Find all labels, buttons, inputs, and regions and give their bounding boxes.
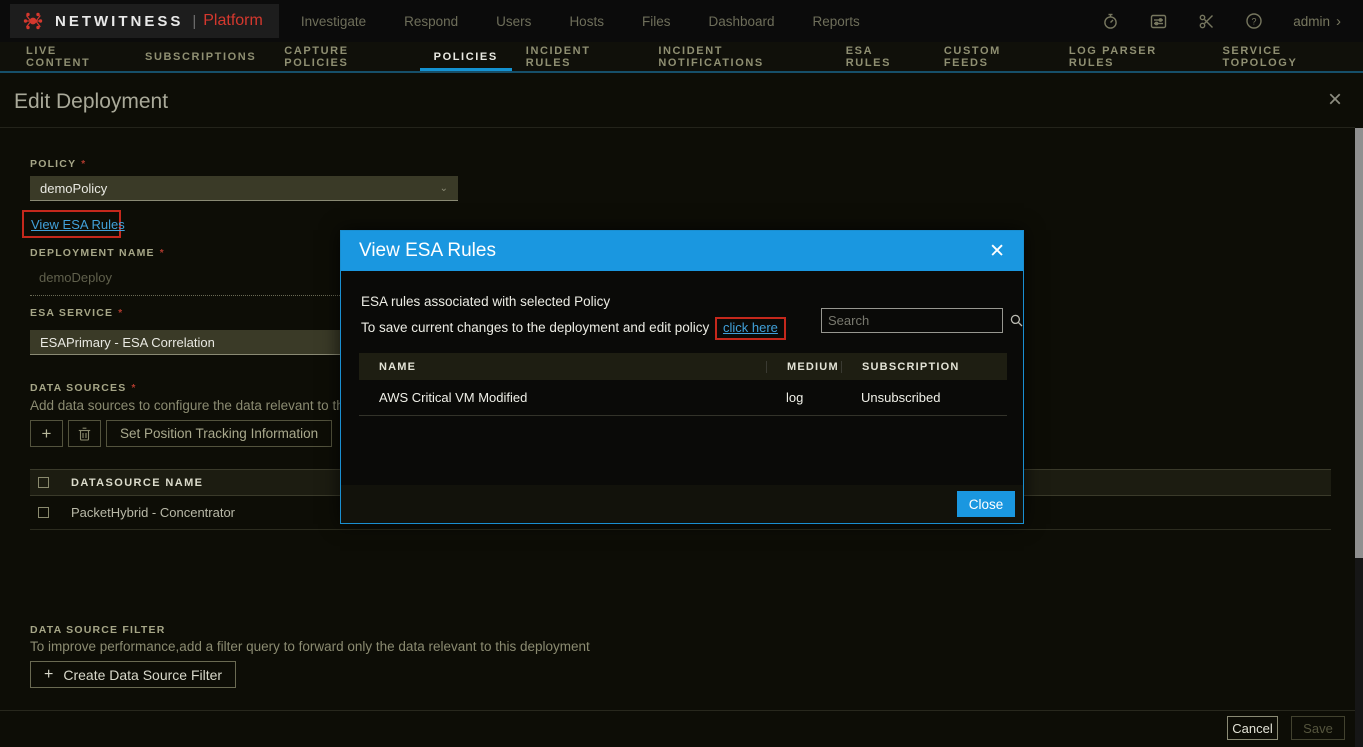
search-input[interactable] — [822, 313, 1010, 328]
nav-files[interactable]: Files — [642, 14, 671, 29]
nav-users[interactable]: Users — [496, 14, 531, 29]
tab-incident-rules[interactable]: INCIDENT RULES — [512, 42, 645, 71]
brand-product: Platform — [203, 12, 263, 30]
view-esa-rules-link[interactable]: View ESA Rules — [31, 217, 125, 232]
nav-respond[interactable]: Respond — [404, 14, 458, 29]
datasource-name-cell: PacketHybrid - Concentrator — [71, 505, 235, 520]
modal-header: View ESA Rules ✕ — [341, 231, 1023, 271]
page-close-icon[interactable]: × — [1328, 88, 1342, 112]
required-asterisk: * — [160, 248, 165, 259]
plus-icon: + — [44, 666, 53, 684]
set-position-tracking-button[interactable]: Set Position Tracking Information — [106, 420, 332, 447]
help-icon[interactable]: ? — [1245, 12, 1263, 30]
admin-tools-icon[interactable] — [1197, 12, 1215, 30]
policy-label: POLICY* — [30, 158, 86, 170]
select-all-checkbox[interactable] — [38, 477, 49, 488]
footer-divider — [0, 710, 1355, 711]
netwitness-logo-icon — [22, 9, 46, 33]
app-window: NETWITNESS | Platform Investigate Respon… — [0, 0, 1363, 747]
annotation-box-click-here: click here — [715, 317, 786, 340]
modal-description-line2: To save current changes to the deploymen… — [361, 317, 786, 340]
tab-policies[interactable]: POLICIES — [420, 42, 512, 71]
jobs-panel-icon[interactable] — [1149, 12, 1167, 30]
data-source-filter-hint: To improve performance,add a filter quer… — [30, 639, 590, 654]
view-esa-rules-modal: View ESA Rules ✕ ESA rules associated wi… — [340, 230, 1024, 524]
esa-rules-table-header: NAME MEDIUM SUBSCRIPTION — [359, 353, 1007, 380]
delete-datasource-button[interactable] — [68, 420, 101, 447]
rule-subscription-cell: Unsubscribed — [841, 380, 1007, 415]
brand-separator: | — [192, 13, 196, 30]
vertical-scrollbar — [1355, 128, 1363, 747]
brand-logo[interactable]: NETWITNESS | Platform — [10, 4, 279, 38]
rule-name-cell: AWS Critical VM Modified — [359, 380, 766, 415]
tab-live-content[interactable]: LIVE CONTENT — [12, 42, 131, 71]
chevron-down-icon: ⌄ — [440, 183, 448, 194]
user-name: admin — [1293, 14, 1330, 29]
add-datasource-button[interactable]: + — [30, 420, 63, 447]
secondary-nav: LIVE CONTENT SUBSCRIPTIONS CAPTURE POLIC… — [0, 42, 1363, 73]
nav-dashboard[interactable]: Dashboard — [708, 14, 774, 29]
cancel-button[interactable]: Cancel — [1227, 716, 1278, 740]
required-asterisk: * — [81, 159, 86, 170]
search-box — [821, 308, 1003, 333]
esa-rules-table: NAME MEDIUM SUBSCRIPTION AWS Critical VM… — [359, 353, 1007, 416]
tab-incident-notifications[interactable]: INCIDENT NOTIFICATIONS — [644, 42, 831, 71]
user-menu[interactable]: admin › — [1293, 13, 1341, 30]
tab-service-topology[interactable]: SERVICE TOPOLOGY — [1208, 42, 1363, 71]
page-title: Edit Deployment — [14, 90, 168, 114]
modal-close-icon[interactable]: ✕ — [989, 242, 1005, 261]
scrollbar-thumb[interactable] — [1355, 128, 1363, 558]
data-sources-label: DATA SOURCES* — [30, 382, 137, 394]
top-navigation-bar: NETWITNESS | Platform Investigate Respon… — [0, 0, 1363, 42]
esa-service-label: ESA SERVICE* — [30, 307, 123, 319]
row-checkbox[interactable] — [38, 507, 49, 518]
datasource-name-column-header: DATASOURCE NAME — [71, 477, 203, 489]
modal-description-line1: ESA rules associated with selected Polic… — [361, 294, 610, 309]
data-source-filter-label: DATA SOURCE FILTER — [30, 624, 166, 636]
topbar-utilities: ? admin › — [1101, 12, 1341, 30]
table-row[interactable]: AWS Critical VM Modified log Unsubscribe… — [359, 380, 1007, 416]
policy-dropdown[interactable]: demoPolicy ⌄ — [30, 176, 458, 201]
tab-esa-rules[interactable]: ESA RULES — [832, 42, 930, 71]
save-button[interactable]: Save — [1291, 716, 1345, 740]
modal-footer: Close — [341, 485, 1023, 523]
chevron-right-icon: › — [1336, 13, 1341, 30]
required-asterisk: * — [118, 308, 123, 319]
tab-custom-feeds[interactable]: CUSTOM FEEDS — [930, 42, 1055, 71]
trash-icon — [78, 427, 91, 441]
tab-subscriptions[interactable]: SUBSCRIPTIONS — [131, 42, 270, 71]
required-asterisk: * — [131, 383, 136, 394]
nav-hosts[interactable]: Hosts — [569, 14, 604, 29]
esa-service-value: ESAPrimary - ESA Correlation — [40, 335, 215, 350]
brand-name: NETWITNESS — [55, 13, 183, 30]
modal-close-button[interactable]: Close — [957, 491, 1015, 517]
search-icon[interactable] — [1010, 314, 1023, 327]
column-header-medium: MEDIUM — [766, 361, 841, 373]
policy-value: demoPolicy — [40, 181, 107, 196]
tab-log-parser-rules[interactable]: LOG PARSER RULES — [1055, 42, 1209, 71]
column-header-subscription: SUBSCRIPTION — [841, 361, 1007, 373]
nav-investigate[interactable]: Investigate — [301, 14, 366, 29]
deployment-name-label: DEPLOYMENT NAME* — [30, 247, 165, 259]
svg-text:?: ? — [1252, 17, 1257, 27]
title-divider — [0, 127, 1355, 128]
primary-nav: Investigate Respond Users Hosts Files Da… — [301, 14, 860, 29]
nav-reports[interactable]: Reports — [813, 14, 860, 29]
column-header-name: NAME — [359, 361, 766, 373]
modal-title: View ESA Rules — [359, 240, 496, 262]
timer-icon[interactable] — [1101, 12, 1119, 30]
rule-medium-cell: log — [766, 380, 841, 415]
create-data-source-filter-button[interactable]: + Create Data Source Filter — [30, 661, 236, 688]
click-here-link[interactable]: click here — [723, 320, 778, 335]
tab-capture-policies[interactable]: CAPTURE POLICIES — [270, 42, 419, 71]
